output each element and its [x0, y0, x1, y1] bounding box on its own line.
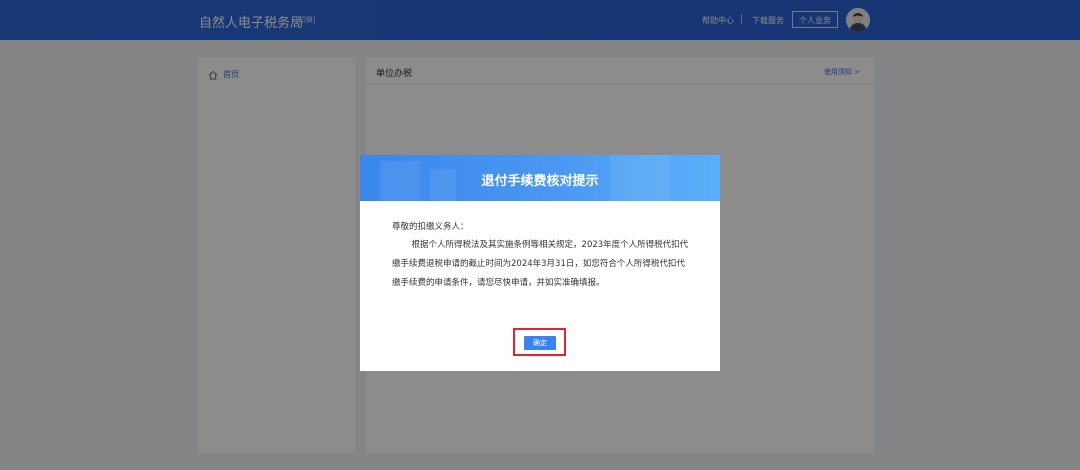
confirm-button[interactable]: 确定 — [524, 336, 556, 350]
modal-greeting: 尊敬的扣缴义务人： — [392, 222, 469, 232]
modal-title: 退付手续费核对提示 — [481, 174, 599, 189]
confirm-highlight-box: 确定 — [513, 328, 566, 356]
modal-body-text: 根据个人所得税法及其实施条例等相关规定，2023年度个人所得税代扣代缴手续费退税… — [392, 240, 689, 288]
modal-header: 退付手续费核对提示 — [360, 155, 720, 201]
refund-fee-modal: 退付手续费核对提示 尊敬的扣缴义务人： 根据个人所得税法及其实施条例等相关规定，… — [360, 155, 720, 371]
